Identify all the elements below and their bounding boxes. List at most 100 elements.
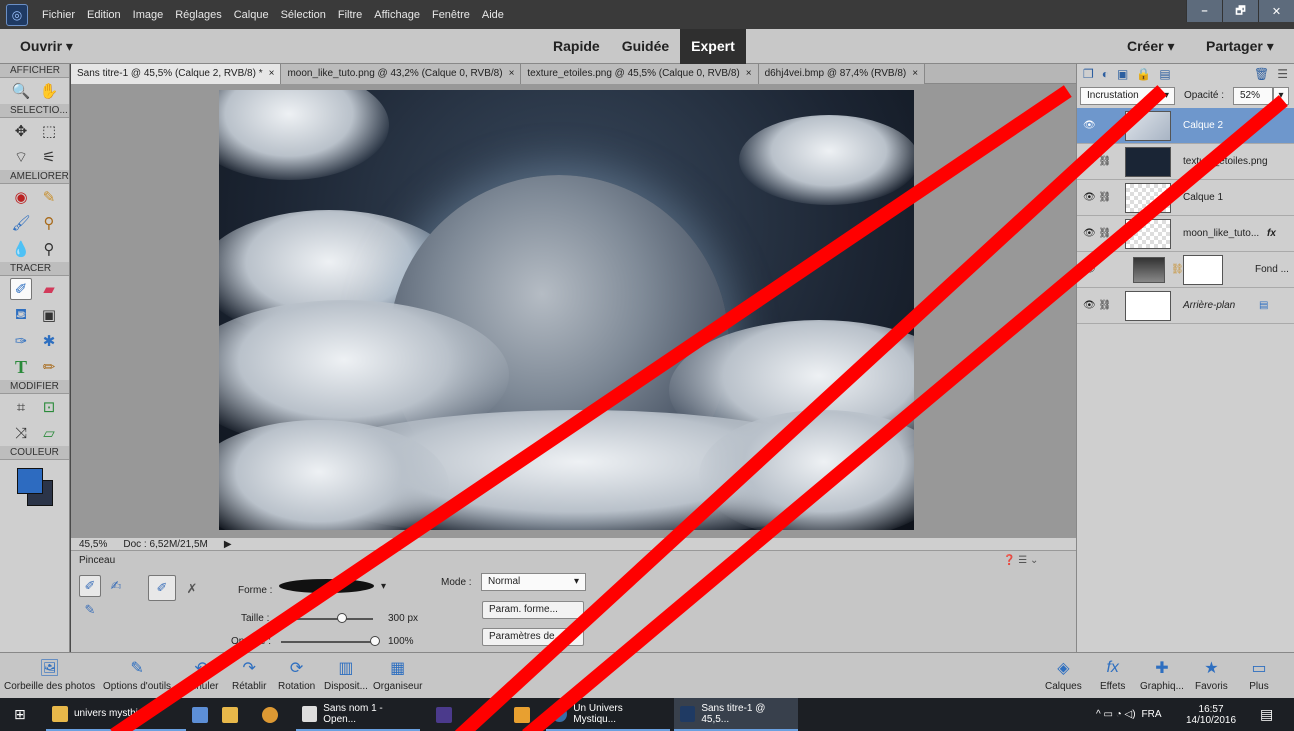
brush-tool-icon[interactable]: ✐ [10,278,32,300]
eyedropper-tool-icon[interactable]: ✑ [10,330,32,352]
eye-icon[interactable]: 👁 ⛓ [1083,300,1111,311]
adjustment-layer-icon[interactable]: ◐ [1102,67,1109,81]
menu-reglages[interactable]: Réglages [169,9,227,21]
crop-tool-icon[interactable]: ⌗ [10,396,32,418]
chevron-down-icon[interactable]: ▾ [381,581,386,592]
marquee-tool-icon[interactable]: ⬚ [38,120,60,142]
blur-tool-icon[interactable]: 💧 [10,238,32,260]
straighten-tool-icon[interactable]: ⏥ [38,422,60,444]
hand-tool-icon[interactable]: ✋ [38,80,60,102]
mode-dropdown[interactable]: Normal ▾ [481,573,586,591]
layer-row[interactable]: 👁 Calque 2 [1077,108,1294,144]
taskbar-item-explorer[interactable]: univers mysthi... [46,698,186,731]
layer-row[interactable]: 👁 ⛓ Arrière-plan ▤ [1077,288,1294,324]
menu-edition[interactable]: Edition [81,9,127,21]
opacite-slider[interactable] [281,641,378,643]
canvas-area[interactable] [71,84,1076,538]
lasso-tool-icon[interactable]: ⌔ [10,146,32,168]
windows-start-icon[interactable]: ⊞ [8,698,32,731]
taskbar-pinned-app[interactable] [430,698,458,731]
pencil-tool-icon[interactable]: ✏ [38,356,60,378]
panel-menu-icon[interactable]: ☰ [1277,67,1288,81]
impressionist-brush-icon[interactable]: ✍ [105,575,127,597]
layer-row[interactable]: 👁 ⛓ Calque 1 [1077,180,1294,216]
creer-button[interactable]: Créer ▾ [1127,38,1175,55]
gradient-tool-icon[interactable]: ▣ [38,304,60,326]
mode-guidee[interactable]: Guidée [611,29,680,64]
options-outils-button[interactable]: ✎ Options d'outils [103,653,171,699]
eye-icon[interactable]: 👁 ⛓ [1083,228,1111,239]
recompose-tool-icon[interactable]: ⊡ [38,396,60,418]
move-tool-icon[interactable]: ✥ [10,120,32,142]
spot-healing-tool-icon[interactable]: ✎ [38,186,60,208]
mode-rapide[interactable]: Rapide [542,29,611,64]
eye-icon[interactable]: 👁 ⛓ [1083,192,1111,203]
close-tab-icon[interactable]: × [746,68,752,79]
ouvrir-button[interactable]: Ouvrir ▾ [20,38,73,55]
close-tab-icon[interactable]: × [509,68,515,79]
taskbar-item-photoshop[interactable]: Sans titre-1 @ 45,5... [674,698,798,731]
annuler-button[interactable]: ↶ Annuler [184,653,218,699]
corbeille-button[interactable]: 🖼 Corbeille des photos [4,653,95,699]
lock-transparency-icon[interactable]: ▤ [1159,67,1170,81]
new-layer-icon[interactable]: ❐ [1083,67,1094,81]
param-forme-button[interactable]: Param. forme... [482,601,584,619]
menu-fenetre[interactable]: Fenêtre [426,9,476,21]
foreground-color-swatch[interactable] [17,468,43,494]
chevron-down-icon[interactable]: ▾ [1273,87,1289,105]
document-canvas[interactable] [219,90,914,530]
trash-icon[interactable]: 🗑 [1254,67,1269,81]
calques-button[interactable]: ◈ Calques [1045,653,1082,699]
magic-wand-tool-icon[interactable]: ⚟ [38,146,60,168]
tab-moon-like-tuto[interactable]: moon_like_tuto.png @ 43,2% (Calque 0, RV… [281,64,522,84]
close-tab-icon[interactable]: × [912,68,918,79]
minimize-button[interactable]: – [1186,0,1222,22]
tab-texture-etoiles[interactable]: texture_etoiles.png @ 45,5% (Calque 0, R… [521,64,759,84]
disposition-button[interactable]: ▥ Disposit... [324,653,368,699]
taskbar-pinned-app[interactable] [186,698,214,731]
zoom-tool-icon[interactable]: 🔍 [10,80,32,102]
tab-d6hj4vei[interactable]: d6hj4vei.bmp @ 87,4% (RVB/8) × [758,64,926,84]
effets-button[interactable]: fx Effets [1100,653,1125,699]
brush-shape-preview[interactable] [279,579,374,593]
system-tray[interactable]: ^ ▭ ◔ ◁) FRA [1090,698,1168,731]
lock-icon[interactable]: ▤ [1259,300,1268,311]
fx-icon[interactable]: fx [1267,228,1276,239]
close-tab-icon[interactable]: × [269,68,275,79]
smart-brush-tool-icon[interactable]: 🖌 [10,212,32,234]
taille-slider[interactable] [281,618,373,620]
notification-icon[interactable]: ▤ [1254,698,1279,731]
red-eye-tool-icon[interactable]: ◉ [10,186,32,208]
partager-button[interactable]: Partager ▾ [1206,38,1274,55]
close-button[interactable]: ✕ [1258,0,1294,22]
zoom-level[interactable]: 45,5% [71,539,115,550]
plus-button[interactable]: ▭ Plus [1249,653,1269,699]
taskbar-item-browser[interactable]: Un Univers Mystiqu... [546,698,670,731]
tab-sans-titre-1[interactable]: Sans titre-1 @ 45,5% (Calque 2, RVB/8) *… [71,64,282,84]
taille-slider-knob[interactable] [337,613,347,623]
taskbar-pinned-app[interactable] [216,698,244,731]
mode-expert[interactable]: Expert [680,29,746,64]
status-menu-icon[interactable]: ▶ [216,539,240,550]
airbrush-icon[interactable]: ✗ [181,578,203,600]
parametres-button[interactable]: Paramètres de... [482,628,584,646]
text-tool-icon[interactable]: T [10,356,32,378]
taskbar-item-openoffice[interactable]: Sans nom 1 - Open... [296,698,420,731]
eye-icon[interactable]: 👁 [1083,120,1096,131]
restore-button[interactable]: 🗗 [1222,0,1258,22]
content-aware-move-tool-icon[interactable]: ⤨ [10,422,32,444]
layer-row[interactable]: 👁 ⛓ texture_etoiles.png [1077,144,1294,180]
retablir-button[interactable]: ↷ Rétablir [232,653,266,699]
menu-selection[interactable]: Sélection [275,9,332,21]
menu-image[interactable]: Image [127,9,170,21]
lock-icon[interactable]: 🔒 [1136,67,1151,81]
paint-bucket-tool-icon[interactable]: ⛾ [10,304,32,326]
eye-icon[interactable]: 👁 [1083,264,1096,275]
menu-aide[interactable]: Aide [476,9,510,21]
eraser-tool-icon[interactable]: ▰ [38,278,60,300]
layer-opacity-input[interactable]: 52% [1233,87,1273,105]
color-replace-brush-icon[interactable]: ✎ [79,599,101,621]
clock[interactable]: 16:57 14/10/2016 [1180,698,1242,731]
brush-icon[interactable]: ✐ [79,575,101,597]
brush-mode-normal-icon[interactable]: ✐ [148,575,176,601]
